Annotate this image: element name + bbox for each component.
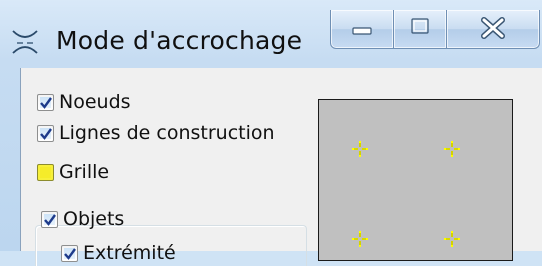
option-objects[interactable]: Objets [41,208,124,230]
dialog-client-area: Noeuds Lignes de construction Grille Obj… [20,68,542,266]
checkbox-grid[interactable] [37,163,54,181]
snap-preview-canvas [318,99,513,261]
window-title: Mode d'accrochage [56,26,303,55]
checkbox-extremity[interactable] [61,244,78,262]
snap-mode-icon [12,30,38,54]
window-controls [330,10,540,54]
checkbox-nodes[interactable] [37,93,54,111]
option-objects-label: Objets [63,208,125,230]
option-construction-lines[interactable]: Lignes de construction [37,122,275,144]
snap-point-icon [444,231,460,247]
option-nodes[interactable]: Noeuds [37,91,131,113]
snap-point-icon [352,141,368,157]
title-bar[interactable]: Mode d'accrochage [0,0,542,68]
snap-point-icon [352,231,368,247]
option-grid-label: Grille [59,161,110,183]
checkmark-icon [40,96,52,109]
option-nodes-label: Noeuds [59,91,131,113]
checkbox-objects[interactable] [41,210,58,228]
window-frame: Mode d'accrochage Noeuds Lignes de const… [0,0,542,266]
checkbox-construction-lines[interactable] [37,124,54,142]
snap-point-icon [444,141,460,157]
maximize-icon [411,18,429,34]
close-button[interactable] [446,10,540,49]
checkmark-icon [40,127,52,140]
option-construction-lines-label: Lignes de construction [59,122,275,144]
checkmark-icon [44,213,56,226]
checkmark-icon [64,247,76,260]
minimize-button[interactable] [330,10,394,49]
option-extremity[interactable]: Extrémité [61,242,176,264]
option-extremity-label: Extrémité [83,242,176,264]
option-grid[interactable]: Grille [37,161,109,183]
close-icon [481,17,505,39]
maximize-button[interactable] [393,10,447,49]
minimize-icon [352,27,372,35]
